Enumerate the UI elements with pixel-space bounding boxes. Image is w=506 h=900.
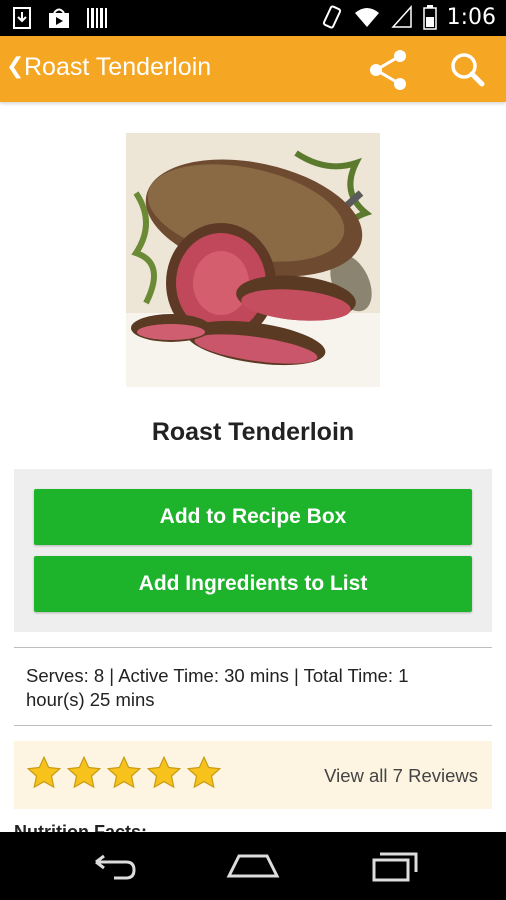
notification-icons: [12, 6, 108, 30]
view-reviews-link[interactable]: View all 7 Reviews: [324, 765, 478, 787]
divider: [14, 647, 492, 648]
barcode-icon: [87, 8, 107, 28]
star-icon: [186, 755, 222, 789]
recents-nav-icon[interactable]: [364, 846, 424, 886]
back-nav-icon[interactable]: [84, 846, 144, 886]
system-icons: 1:06: [321, 4, 496, 30]
star-icon: [106, 755, 142, 789]
search-icon[interactable]: [444, 46, 492, 94]
recipe-title: Roast Tenderloin: [151, 418, 355, 446]
action-panel: Add to Recipe Box Add Ingredients to Lis…: [14, 469, 492, 632]
star-icon: [26, 755, 62, 789]
signal-icon: [390, 5, 412, 28]
vibrate-icon: [322, 5, 341, 29]
download-icon: [13, 7, 31, 29]
recipe-meta: Serves: 8 | Active Time: 30 mins | Total…: [26, 665, 409, 710]
battery-icon: [422, 5, 437, 30]
add-to-recipe-box-button[interactable]: Add to Recipe Box: [34, 489, 472, 545]
home-nav-icon[interactable]: [223, 846, 283, 886]
action-bar: ❮ Roast Tenderloin: [0, 36, 506, 102]
play-store-icon: [49, 8, 69, 28]
rating-row[interactable]: View all 7 Reviews: [14, 741, 492, 809]
page-title[interactable]: Roast Tenderloin: [24, 53, 211, 82]
back-icon[interactable]: ❮: [6, 54, 24, 79]
star-rating: [26, 755, 222, 791]
navigation-bar: [0, 832, 506, 900]
recipe-image[interactable]: [126, 133, 380, 387]
star-icon: [146, 755, 182, 789]
add-ingredients-button[interactable]: Add Ingredients to List: [34, 556, 472, 612]
clock: 1:06: [446, 4, 496, 30]
divider: [14, 725, 492, 726]
star-icon: [66, 755, 102, 789]
tenderloin-illustration: [126, 133, 380, 387]
share-icon[interactable]: [364, 46, 412, 94]
status-bar: 1:06: [0, 0, 506, 36]
wifi-icon: [354, 8, 379, 27]
